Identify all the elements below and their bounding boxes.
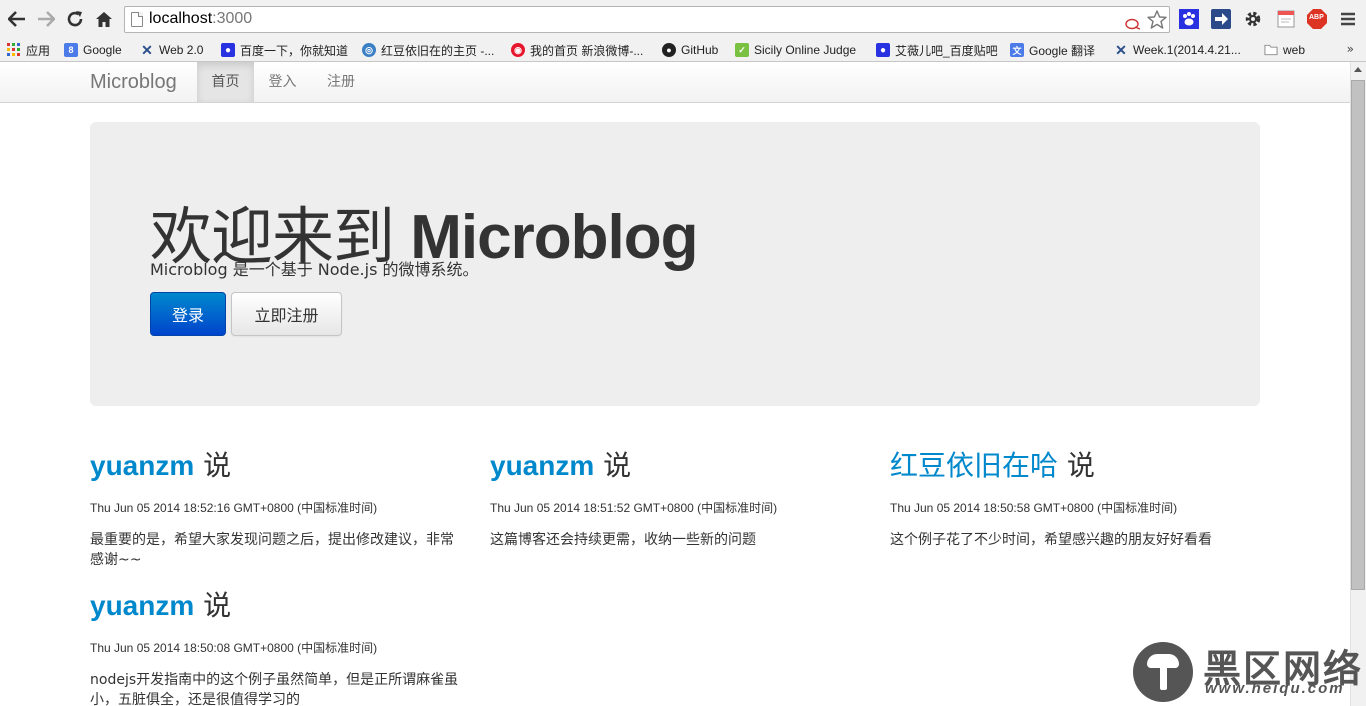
watermark-url: www.heiqu.com [1205, 680, 1345, 697]
post-says-label: 说 [1066, 449, 1095, 482]
translate-page-icon[interactable] [1125, 15, 1141, 34]
web2-icon: ✕ [1115, 41, 1127, 58]
hero-unit: 欢迎来到 Microblog Microblog 是一个基于 Node.js 的… [90, 122, 1260, 406]
back-arrow-icon[interactable] [6, 8, 28, 30]
post-item: yuanzm 说 Thu Jun 05 2014 18:52:16 GMT+08… [90, 447, 460, 570]
hero-subtitle: Microblog 是一个基于 Node.js 的微博系统。 [150, 260, 479, 279]
bookmarks-bar: 应用 8 Google ✕ Web 2.0 ● 百度一下，你就知道 ◎ 红豆依旧… [0, 38, 1366, 62]
bookmark-folder-web[interactable]: web [1264, 40, 1305, 60]
post-heading: yuanzm 说 [90, 447, 460, 485]
post-heading: yuanzm 说 [490, 447, 860, 485]
post-item: yuanzm 说 Thu Jun 05 2014 18:51:52 GMT+08… [490, 447, 860, 550]
post-user-link[interactable]: 红豆依旧在哈 [890, 449, 1058, 482]
bookmark-sicily[interactable]: ✓ Sicily Online Judge [735, 40, 856, 60]
page-icon [131, 12, 143, 27]
post-body: 这个例子花了不少时间，希望感兴趣的朋友好好看看 [890, 532, 1212, 548]
address-bar[interactable]: localhost:3000 [124, 6, 1170, 33]
post-body: 最重要的是，希望大家发现问题之后，提出修改建议，非常感谢~~ [90, 532, 454, 568]
menu-icon[interactable] [1338, 9, 1358, 29]
bookmark-tieba[interactable]: ● 艾薇儿吧_百度贴吧 [876, 40, 998, 60]
post-timestamp: Thu Jun 05 2014 18:52:16 GMT+0800 (中国标准时… [90, 501, 378, 515]
browser-toolbar: localhost:3000 ABP [0, 0, 1366, 38]
gear-icon[interactable] [1243, 9, 1263, 29]
folder-icon [1264, 43, 1278, 57]
notes-extension-icon[interactable] [1276, 9, 1296, 29]
bookmark-web2[interactable]: ✕ Web 2.0 [140, 40, 203, 60]
bookmark-google-translate[interactable]: 文 Google 翻译 [1010, 40, 1095, 60]
bookmarks-overflow-button[interactable]: » [1347, 42, 1354, 56]
bookmark-github[interactable]: ● GitHub [662, 40, 718, 60]
reload-icon[interactable] [64, 8, 86, 30]
register-button[interactable]: 立即注册 [231, 292, 342, 336]
post-user-link[interactable]: yuanzm [90, 450, 194, 481]
site-navbar: Microblog 首页 登入 注册 [0, 62, 1350, 103]
send-extension-icon[interactable] [1211, 9, 1231, 29]
post-heading: yuanzm 说 [90, 587, 460, 625]
bookmark-weibo[interactable]: ◉ 我的首页 新浪微博-... [511, 40, 643, 60]
nav-login[interactable]: 登入 [254, 62, 311, 102]
bookmark-star-icon[interactable] [1147, 10, 1167, 33]
post-item: 红豆依旧在哈 说 Thu Jun 05 2014 18:50:58 GMT+08… [890, 447, 1260, 550]
bookmark-baidu[interactable]: ● 百度一下，你就知道 [221, 40, 348, 60]
adblock-icon[interactable]: ABP [1307, 9, 1327, 29]
post-timestamp: Thu Jun 05 2014 18:50:08 GMT+0800 (中国标准时… [90, 641, 378, 655]
baidu-extension-icon[interactable] [1179, 9, 1199, 29]
web2-icon: ✕ [141, 41, 153, 58]
post-heading: 红豆依旧在哈 说 [890, 447, 1260, 485]
bookmark-apps[interactable]: 应用 [7, 40, 50, 60]
login-button[interactable]: 登录 [150, 292, 226, 336]
site-icon: ◎ [362, 43, 376, 57]
adblock-label: ABP [1309, 14, 1324, 21]
brand-link[interactable]: Microblog [90, 71, 177, 94]
post-item: yuanzm 说 Thu Jun 05 2014 18:50:08 GMT+08… [90, 587, 460, 706]
bookmark-hongdou[interactable]: ◎ 红豆依旧在的主页 -... [362, 40, 494, 60]
weibo-icon: ◉ [511, 43, 525, 57]
scrollbar-thumb[interactable] [1351, 80, 1365, 590]
translate-icon: 文 [1010, 43, 1024, 57]
post-says-label: 说 [603, 449, 632, 482]
post-timestamp: Thu Jun 05 2014 18:50:58 GMT+0800 (中国标准时… [890, 501, 1178, 515]
post-body: nodejs开发指南中的这个例子虽然简单，但是正所谓麻雀虽小，五脏俱全，还是很值… [90, 672, 459, 706]
scroll-up-arrow[interactable] [1354, 67, 1362, 72]
nav-home[interactable]: 首页 [197, 62, 254, 102]
post-says-label: 说 [203, 589, 232, 622]
apps-grid-icon [7, 43, 21, 57]
url-text: localhost:3000 [149, 10, 253, 27]
post-timestamp: Thu Jun 05 2014 18:51:52 GMT+0800 (中国标准时… [490, 501, 778, 515]
site-watermark: 黑区网络 www.heiqu.com [1133, 640, 1361, 702]
home-icon[interactable] [93, 8, 115, 30]
google-icon: 8 [64, 43, 78, 57]
check-icon: ✓ [735, 43, 749, 57]
post-user-link[interactable]: yuanzm [90, 590, 194, 621]
nav-register[interactable]: 注册 [311, 62, 371, 102]
baidu-paw-icon: ● [876, 43, 890, 57]
watermark-logo-icon [1133, 642, 1193, 702]
forward-arrow-icon[interactable] [35, 8, 57, 30]
bookmark-google[interactable]: 8 Google [64, 40, 122, 60]
post-says-label: 说 [203, 449, 232, 482]
bookmark-week1[interactable]: ✕ Week.1(2014.4.21... [1114, 40, 1241, 60]
post-user-link[interactable]: yuanzm [490, 450, 594, 481]
baidu-paw-icon: ● [221, 43, 235, 57]
post-body: 这篇博客还会持续更需，收纳一些新的问题 [490, 532, 756, 548]
github-icon: ● [662, 43, 676, 57]
